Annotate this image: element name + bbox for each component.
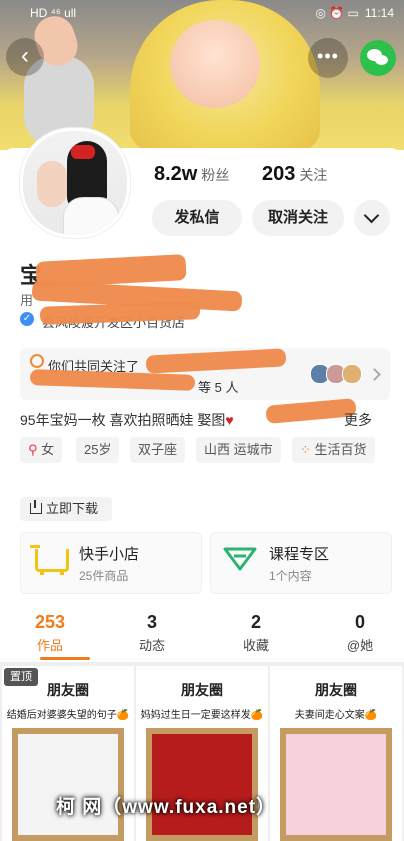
post-title: 朋友圈 — [315, 682, 357, 698]
more-button[interactable]: ••• — [308, 38, 348, 78]
status-icons: ◎ ⏰ ▭ — [315, 6, 359, 20]
post-subtitle: 夫妻间走心文案🍊 — [294, 710, 378, 721]
common-avatar — [342, 364, 362, 384]
status-right: ◎ ⏰ ▭ 11:14 — [315, 6, 394, 20]
tag-zodiac: 双子座 — [130, 437, 186, 463]
expand-recommend-button[interactable] — [354, 200, 390, 236]
back-button[interactable]: ‹ — [6, 38, 44, 76]
more-icon: ••• — [317, 46, 339, 66]
post-cover-image — [146, 728, 258, 841]
post-title: 朋友圈 — [181, 682, 223, 698]
tag-age-label: 25岁 — [84, 442, 112, 457]
tab-favorites[interactable]: 2 收藏 — [226, 612, 286, 654]
tag-location: 山西 运城市 — [196, 437, 281, 463]
following-stat[interactable]: 203 关注 — [262, 163, 327, 186]
unfollow-button[interactable]: 取消关注 — [252, 200, 344, 236]
avatar-bow — [71, 145, 95, 159]
user-icon — [30, 354, 44, 368]
verified-icon: ✓ — [20, 312, 34, 326]
status-time: 11:14 — [364, 6, 394, 20]
tab-favorites-label: 收藏 — [242, 638, 269, 653]
tab-moments-label: 动态 — [138, 638, 165, 653]
tab-works-count: 253 — [34, 612, 66, 632]
tab-active-indicator — [40, 657, 90, 660]
shop-entry[interactable]: 快手小店 25件商品 — [20, 532, 202, 594]
tab-moments-count: 3 — [146, 612, 157, 632]
cover-face — [170, 20, 260, 108]
post-subtitle: 妈妈过生日一定要这样发🍊 — [140, 710, 264, 721]
tag-category: ⁘ 生活百货 — [292, 437, 375, 463]
common-follow-tail: 等 5 人 — [198, 380, 239, 395]
watermark: 柯 网（www.fuxa.net） — [56, 797, 277, 818]
chevron-down-icon — [363, 207, 380, 224]
signal-icons: HD ⁴⁶ ull — [30, 6, 77, 20]
pinned-badge: 置顶 — [4, 668, 38, 686]
fans-label: 粉丝 — [201, 167, 230, 183]
avatar[interactable] — [20, 128, 130, 238]
course-entry[interactable]: 课程专区 1个内容 — [210, 532, 392, 594]
download-button[interactable]: 立即下载 — [20, 497, 112, 521]
status-bar: HD ⁴⁶ ull ◎ ⏰ ▭ 11:14 — [0, 0, 404, 26]
tab-mentions[interactable]: 0 @她 — [330, 612, 390, 654]
post-cover-image — [280, 728, 392, 841]
send-message-button[interactable]: 发私信 — [152, 200, 242, 236]
tab-moments[interactable]: 3 动态 — [122, 612, 182, 654]
tab-works[interactable]: 253 作品 — [20, 612, 80, 654]
following-count: 203 — [262, 163, 296, 185]
course-subtitle: 1个内容 — [269, 569, 312, 583]
wechat-share-icon[interactable] — [360, 40, 396, 76]
unfollow-label: 取消关注 — [267, 209, 328, 226]
tag-gender: ⚲ 女 — [20, 437, 63, 463]
post-cover-image — [12, 728, 124, 841]
post-subtitle: 结婚后对婆婆失望的句子🍊 — [6, 710, 130, 721]
tab-works-label: 作品 — [36, 638, 63, 653]
back-icon: ‹ — [21, 42, 29, 69]
tag-age: 25岁 — [76, 437, 120, 463]
fans-count: 8.2w — [154, 163, 198, 185]
tag-location-label: 山西 运城市 — [204, 442, 273, 457]
avatar-dress — [63, 197, 119, 235]
fans-stat[interactable]: 8.2w 粉丝 — [154, 163, 229, 186]
cart-icon — [30, 545, 69, 575]
shop-title: 快手小店 — [79, 546, 140, 563]
post-tile[interactable]: 朋友圈 夫妻间走心文案🍊 — [270, 666, 402, 841]
course-icon — [223, 547, 257, 571]
bio-main: 95年宝妈一枚 喜欢拍照晒娃 娶图 — [20, 412, 226, 428]
tag-zodiac-label: 双子座 — [138, 442, 178, 457]
status-left: HD ⁴⁶ ull — [30, 6, 76, 20]
shop-subtitle: 25件商品 — [79, 569, 129, 583]
bio-text: 95年宝妈一枚 喜欢拍照晒娃 娶图♥ — [20, 412, 234, 428]
download-icon — [30, 500, 42, 514]
tag-category-label: 生活百货 — [314, 442, 367, 457]
tag-gender-label: 女 — [41, 442, 55, 457]
tab-favorites-count: 2 — [250, 612, 261, 632]
following-label: 关注 — [299, 167, 328, 183]
send-message-label: 发私信 — [174, 209, 220, 226]
tab-mentions-label: @她 — [346, 638, 374, 653]
tab-mentions-count: 0 — [354, 612, 365, 632]
bio-more-link[interactable]: 更多 — [344, 410, 372, 430]
course-title: 课程专区 — [269, 546, 330, 563]
avatar-child — [37, 161, 67, 207]
download-label: 立即下载 — [46, 501, 99, 516]
